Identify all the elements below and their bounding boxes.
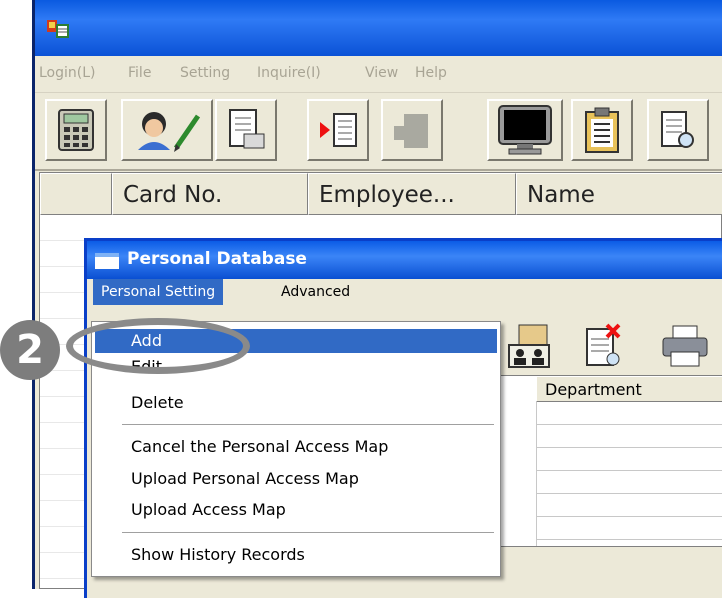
user-card-button[interactable] xyxy=(503,321,555,371)
card-disabled-icon xyxy=(394,114,428,148)
menu-login[interactable]: Login(L) xyxy=(39,65,96,81)
calculator-button[interactable] xyxy=(45,99,107,161)
grid-header-corner xyxy=(40,173,112,215)
play-document-icon xyxy=(320,113,357,147)
menu-personal-setting[interactable]: Personal Setting xyxy=(93,279,224,305)
grid-header-card-no[interactable]: Card No. xyxy=(112,173,308,215)
menu-file[interactable]: File xyxy=(128,65,151,81)
document-search-button[interactable] xyxy=(647,99,709,161)
delete-document-button[interactable] xyxy=(577,321,629,371)
monitor-button[interactable] xyxy=(487,99,563,161)
menu-separator xyxy=(122,532,494,533)
grid-header-employee[interactable]: Employee... xyxy=(308,173,516,215)
play-document-button[interactable] xyxy=(307,99,369,161)
menu-help[interactable]: Help xyxy=(415,65,447,81)
menu-advanced[interactable]: Advanced xyxy=(273,279,358,305)
menu-item-cancel-personal-access-map[interactable]: Cancel the Personal Access Map xyxy=(95,435,497,459)
document-card-button[interactable] xyxy=(215,99,277,161)
menu-separator xyxy=(122,424,494,425)
user-edit-button[interactable] xyxy=(121,99,213,161)
card-disabled-button[interactable] xyxy=(381,99,443,161)
user-edit-icon xyxy=(138,112,201,152)
menu-item-delete[interactable]: Delete xyxy=(95,391,497,415)
highlight-ring xyxy=(66,318,250,374)
user-card-icon xyxy=(508,324,550,368)
document-search-icon xyxy=(661,111,694,148)
menu-view[interactable]: View xyxy=(365,65,398,81)
dialog-titlebar[interactable]: Personal Database xyxy=(87,241,722,279)
menu-inquire[interactable]: Inquire(I) xyxy=(257,65,321,81)
menu-item-upload-personal-access-map[interactable]: Upload Personal Access Map xyxy=(95,467,497,491)
step-number-badge: 2 xyxy=(0,320,60,380)
app-icon xyxy=(47,20,69,38)
delete-document-icon xyxy=(586,323,621,366)
menu-item-upload-access-map[interactable]: Upload Access Map xyxy=(95,498,497,522)
document-card-icon xyxy=(229,109,265,149)
printer-icon xyxy=(662,325,708,367)
print-button[interactable] xyxy=(659,321,711,371)
window-icon xyxy=(95,253,119,269)
menu-setting[interactable]: Setting xyxy=(180,65,230,81)
dialog-grid-rows xyxy=(536,402,722,546)
main-menubar: Login(L) File Setting Inquire(I) View He… xyxy=(35,56,722,93)
monitor-icon xyxy=(498,105,552,155)
main-titlebar[interactable] xyxy=(35,0,722,56)
calculator-icon xyxy=(58,109,94,151)
dialog-menubar: Personal Setting Advanced xyxy=(87,279,722,305)
grid-header-department[interactable]: Department xyxy=(536,376,722,402)
clipboard-icon xyxy=(585,107,619,153)
main-toolbar xyxy=(35,93,722,171)
menu-item-show-history-records[interactable]: Show History Records xyxy=(95,543,497,567)
clipboard-button[interactable] xyxy=(571,99,633,161)
dialog-title: Personal Database xyxy=(127,249,307,269)
grid-header-name[interactable]: Name xyxy=(516,173,722,215)
